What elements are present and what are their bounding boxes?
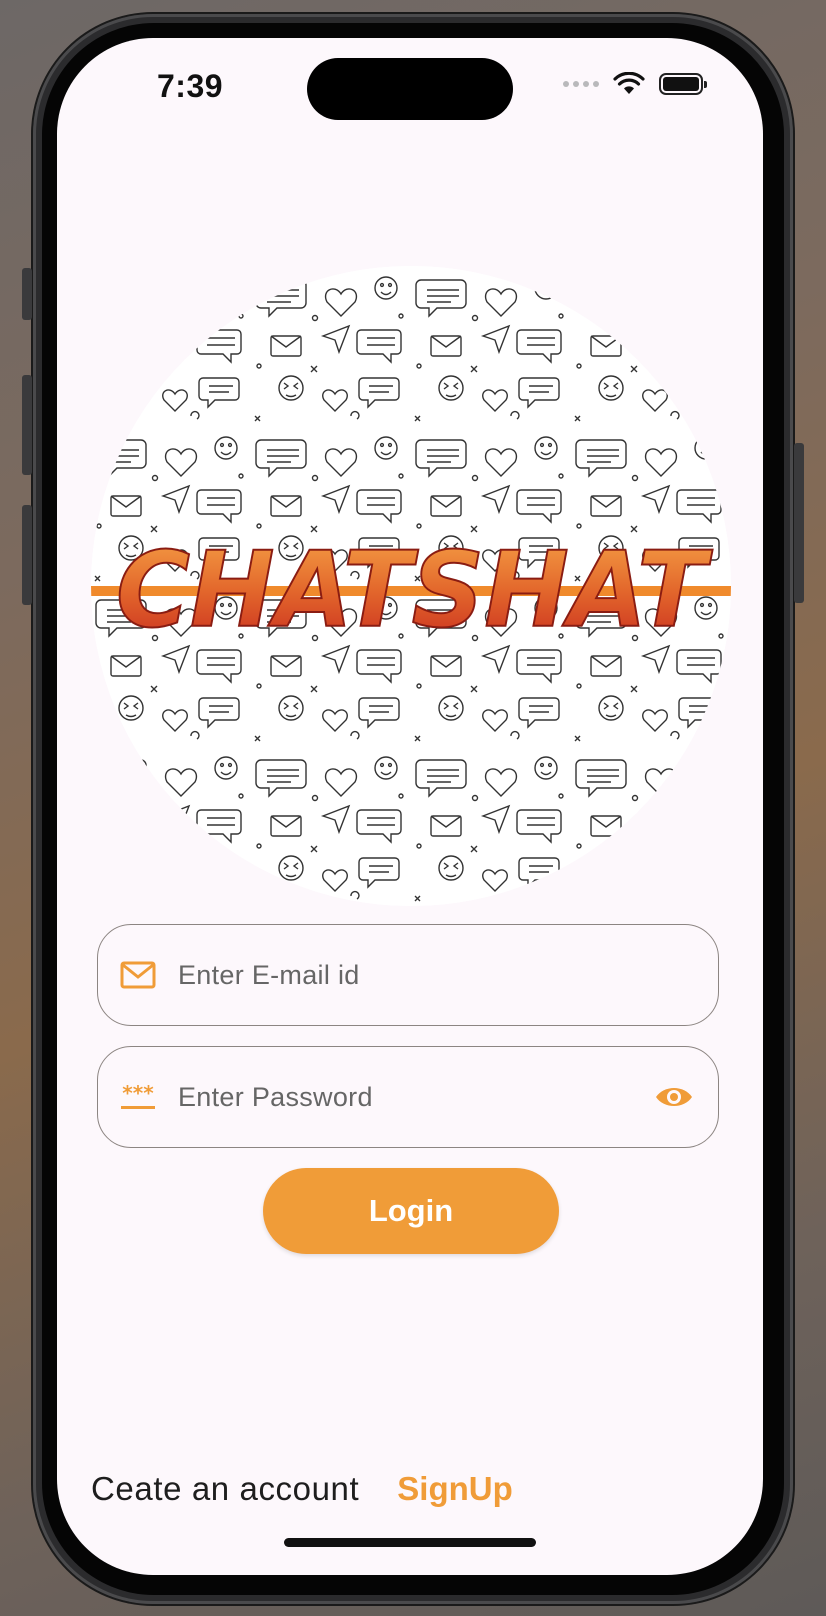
volume-up-button bbox=[22, 375, 32, 475]
mute-switch bbox=[22, 268, 32, 320]
password-icon: *** bbox=[118, 1077, 158, 1117]
signup-row: Ceate an account SignUp bbox=[91, 1470, 513, 1508]
home-indicator[interactable] bbox=[284, 1538, 536, 1547]
password-field[interactable]: *** bbox=[97, 1046, 719, 1148]
login-button[interactable]: Login bbox=[263, 1168, 559, 1254]
app-logo: CHATSHAT bbox=[91, 266, 731, 906]
battery-icon bbox=[659, 73, 707, 95]
signup-prompt: Ceate an account bbox=[91, 1470, 360, 1507]
svg-text:***: *** bbox=[122, 1082, 154, 1105]
email-input[interactable] bbox=[176, 958, 718, 992]
app-screen: 7:39 CHATSHAT Enter E-mail id *** Login … bbox=[57, 38, 763, 1575]
volume-down-button bbox=[22, 505, 32, 605]
power-button bbox=[794, 443, 804, 603]
mail-icon bbox=[118, 955, 158, 995]
logo-text: CHATSHAT bbox=[116, 529, 713, 651]
dynamic-island bbox=[307, 58, 513, 120]
eye-icon[interactable] bbox=[652, 1075, 696, 1119]
signal-dots-icon bbox=[563, 81, 599, 87]
status-icons bbox=[563, 72, 707, 96]
wifi-icon bbox=[613, 72, 645, 94]
signup-link[interactable]: SignUp bbox=[397, 1470, 512, 1508]
status-time: 7:39 bbox=[157, 68, 224, 104]
email-field[interactable] bbox=[97, 924, 719, 1026]
password-input[interactable] bbox=[176, 1080, 652, 1114]
